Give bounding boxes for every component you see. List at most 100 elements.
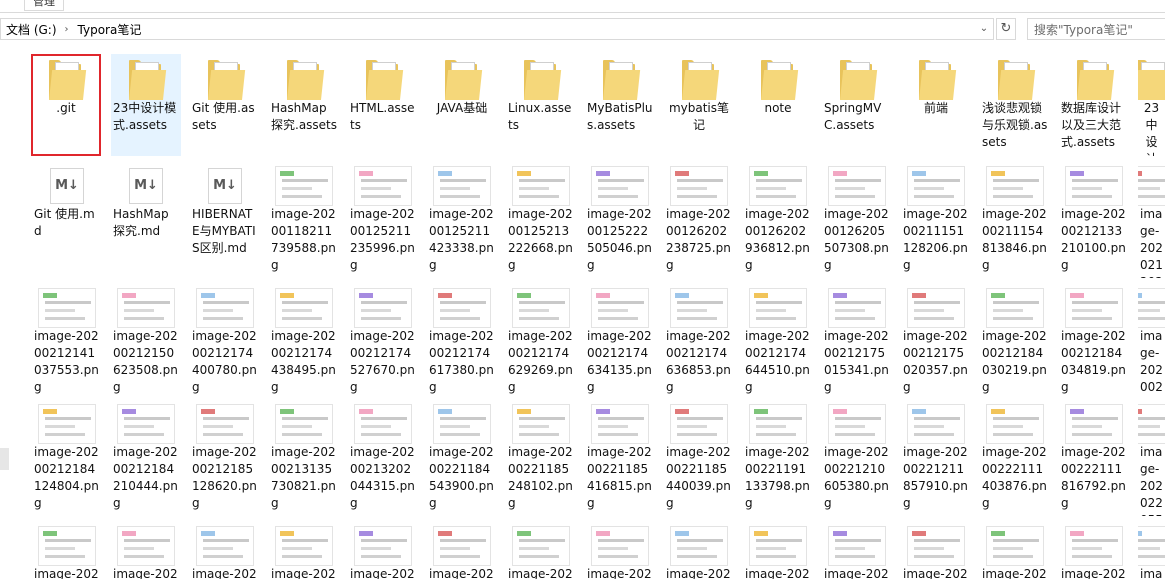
markdown-file-item[interactable]: M↓ HIBERNATE与MYBATIS区别.md xyxy=(190,160,260,278)
image-file-item[interactable]: image-20200213135730821.png xyxy=(269,398,339,516)
image-file-item[interactable]: image-20200212174629269.png xyxy=(506,282,576,394)
image-file-item[interactable]: image-202 xyxy=(901,520,971,579)
folder-item[interactable]: HashMap探究.assets xyxy=(269,54,339,156)
image-file-item[interactable]: image-20200212175015341.png xyxy=(822,282,892,394)
folder-item[interactable]: Linux.assets xyxy=(506,54,576,156)
image-file-item[interactable]: image-20200212174400780.png xyxy=(190,282,260,394)
image-file-item[interactable]: image-20200125211423338.png xyxy=(427,160,497,278)
file-name-label: image-20200212184030219.png xyxy=(982,329,1047,394)
image-file-item[interactable]: image-20200125213222668.png xyxy=(506,160,576,278)
image-file-item[interactable]: image-20200211151128206.png xyxy=(901,160,971,278)
image-thumbnail-icon xyxy=(38,288,96,328)
image-file-item[interactable]: image-202 xyxy=(743,520,813,579)
image-file-item[interactable]: image-20200213202044315.png xyxy=(348,398,418,516)
image-file-item[interactable]: image-20200211154813846.png xyxy=(980,160,1050,278)
image-file-item[interactable]: image-202 xyxy=(980,520,1050,579)
image-thumbnail-icon xyxy=(433,526,491,566)
image-thumbnail-icon xyxy=(670,526,728,566)
file-name-label: image-20200222111816792.png xyxy=(1061,445,1126,510)
file-name-label: .git xyxy=(56,101,76,115)
folder-item[interactable]: .git xyxy=(31,54,101,156)
image-file-item[interactable]: image-20200125222505046.png xyxy=(585,160,655,278)
folder-icon xyxy=(49,60,87,100)
image-file-item[interactable]: image-202 xyxy=(348,520,418,579)
image-file-item[interactable]: image-20200221185248102.png xyxy=(506,398,576,516)
image-file-item[interactable]: image-20200212184124804.png xyxy=(32,398,102,516)
folder-icon xyxy=(287,60,325,100)
image-file-item[interactable]: image- xyxy=(1138,520,1165,579)
file-name-label: image-20200125213222668.png xyxy=(508,207,573,272)
file-name-label: image-20200221185248102.png xyxy=(508,445,573,510)
image-file-item[interactable]: image-20200222111816792.png xyxy=(1059,398,1129,516)
image-file-item[interactable]: image-20200212175020357.png xyxy=(901,282,971,394)
image-file-item[interactable]: image-20200222111403876.png xyxy=(980,398,1050,516)
folder-item[interactable]: SpringMVC.assets xyxy=(822,54,892,156)
image-thumbnail-icon xyxy=(354,166,412,206)
image-file-item[interactable]: image-20200212184210444.png xyxy=(111,398,181,516)
image-file-item[interactable]: image-20200221185440039.png xyxy=(664,398,734,516)
image-file-item[interactable]: image-20200212174634135.png xyxy=(585,282,655,394)
image-file-item[interactable]: image-20200212185128620.png xyxy=(190,398,260,516)
image-file-item[interactable]: image-20200126205507308.png xyxy=(822,160,892,278)
image-file-item[interactable]: image-202002121047.png xyxy=(1138,282,1165,394)
image-thumbnail-icon xyxy=(512,166,570,206)
folder-item[interactable]: 23中设计模式.assets xyxy=(111,54,181,156)
markdown-file-item[interactable]: M↓ Git 使用.md xyxy=(32,160,102,278)
image-thumbnail-icon xyxy=(1138,404,1165,444)
file-name-label: image-20200211151128206.png xyxy=(903,207,968,272)
image-file-item[interactable]: image-20200212184034819.png xyxy=(1059,282,1129,394)
image-file-item[interactable]: image-202 xyxy=(427,520,497,579)
image-file-item[interactable]: image-20200212174527670.png xyxy=(348,282,418,394)
markdown-file-item[interactable]: M↓ HashMap探究.md xyxy=(111,160,181,278)
image-file-item[interactable]: image-202 xyxy=(269,520,339,579)
image-file-item[interactable]: image-20200212150623508.png xyxy=(111,282,181,394)
file-name-label: image-20200212150623508.png xyxy=(113,329,178,394)
file-name-label: HashMap探究.md xyxy=(113,207,169,238)
image-file-item[interactable]: image-202 xyxy=(585,520,655,579)
image-file-item[interactable]: image-20200125211235996.png xyxy=(348,160,418,278)
image-file-item[interactable]: image-202 xyxy=(506,520,576,579)
image-file-item[interactable]: image-20200126202238725.png xyxy=(664,160,734,278)
image-thumbnail-icon xyxy=(38,526,96,566)
image-file-item[interactable]: image-20200212184030219.png xyxy=(980,282,1050,394)
folder-item[interactable]: HTML.assets xyxy=(348,54,418,156)
image-file-item[interactable]: image-20200212133210100.png xyxy=(1059,160,1129,278)
image-thumbnail-icon xyxy=(117,404,175,444)
image-file-item[interactable]: image-20200212174617380.png xyxy=(427,282,497,394)
image-file-item[interactable]: image-20200118211739588.png xyxy=(269,160,339,278)
folder-item[interactable]: 数据库设计以及三大范式.assets xyxy=(1059,54,1129,156)
image-file-item[interactable]: image-2020220551.png xyxy=(1138,398,1165,516)
image-file-item[interactable]: image-202 xyxy=(190,520,260,579)
folder-item[interactable]: JAVA基础 xyxy=(427,54,497,156)
folder-item[interactable]: 浅谈悲观锁与乐观锁.assets xyxy=(980,54,1050,156)
file-name-label: image-20200212141037553.png xyxy=(34,329,99,394)
folder-item[interactable]: Git 使用.assets xyxy=(190,54,260,156)
image-thumbnail-icon xyxy=(907,288,965,328)
image-file-item[interactable]: image-202 xyxy=(1059,520,1129,579)
folder-item[interactable]: 23中设计模式.m xyxy=(1138,54,1165,156)
image-file-item[interactable]: image-20200126202936812.png xyxy=(743,160,813,278)
image-file-item[interactable]: image-20200212174644510.png xyxy=(743,282,813,394)
image-file-item[interactable]: image-20200221191133798.png xyxy=(743,398,813,516)
image-thumbnail-icon xyxy=(275,404,333,444)
folder-item[interactable]: MyBatisPlus.assets xyxy=(585,54,655,156)
image-thumbnail-icon xyxy=(1065,526,1123,566)
image-file-item[interactable]: image-2020212024312.png xyxy=(1138,160,1165,278)
image-file-item[interactable]: image-202 xyxy=(822,520,892,579)
image-file-item[interactable]: image-202 xyxy=(664,520,734,579)
image-file-item[interactable]: image-20200212174438495.png xyxy=(269,282,339,394)
image-file-item[interactable]: image-202 xyxy=(32,520,102,579)
image-file-item[interactable]: image-20200212174636853.png xyxy=(664,282,734,394)
file-name-label: Git 使用.md xyxy=(34,207,95,238)
image-file-item[interactable]: image-20200221184543900.png xyxy=(427,398,497,516)
file-name-label: image-20200221185440039.png xyxy=(666,445,731,510)
image-file-item[interactable]: image-20200212141037553.png xyxy=(32,282,102,394)
image-file-item[interactable]: image-20200221185416815.png xyxy=(585,398,655,516)
image-file-item[interactable]: image-20200221210605380.png xyxy=(822,398,892,516)
image-file-item[interactable]: image-20200221211857910.png xyxy=(901,398,971,516)
folder-item[interactable]: 前端 xyxy=(901,54,971,156)
folder-item[interactable]: note xyxy=(743,54,813,156)
image-file-item[interactable]: image-202 xyxy=(111,520,181,579)
image-thumbnail-icon xyxy=(117,288,175,328)
folder-item[interactable]: mybatis笔记 xyxy=(664,54,734,156)
